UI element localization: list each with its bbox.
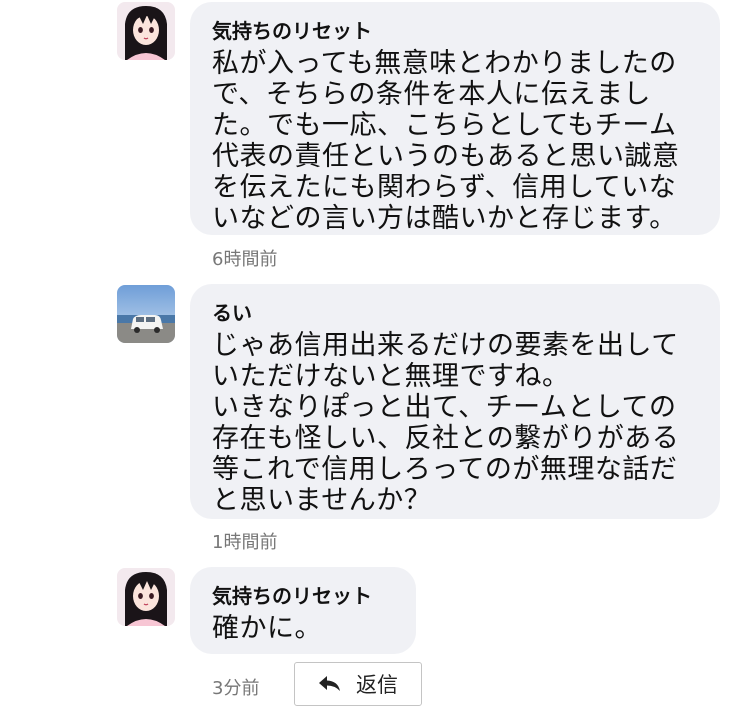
comment-bubble: 気持ちのリセット 確かに。 [190,567,416,654]
comment-author[interactable]: るい [212,300,698,326]
white-car-avatar-icon[interactable] [117,285,175,343]
comment-author[interactable]: 気持ちのリセット [212,583,394,609]
anime-girl-avatar-icon[interactable] [117,2,175,60]
comment-body: 確かに。 [212,613,322,644]
comment-bubble: 気持ちのリセット 私が入っても無意味とわかりましたので、そちらの条件を本人に伝え… [190,2,720,235]
reply-button-label: 返信 [356,673,398,697]
comment-thread: 気持ちのリセット 私が入っても無意味とわかりましたので、そちらの条件を本人に伝え… [0,0,750,719]
anime-girl-avatar-icon[interactable] [117,568,175,626]
reply-arrow-icon [318,674,342,694]
comment-timestamp: 1時間前 [212,532,278,553]
comment-author[interactable]: 気持ちのリセット [212,18,698,44]
comment-body: 私が入っても無意味とわかりましたので、そちらの条件を本人に伝えました。でも一応、… [212,48,680,234]
comment-body: じゃあ信用出来るだけの要素を出していただけないと無理ですね。 いきなりぽっと出て… [212,330,680,516]
comment-bubble: るい じゃあ信用出来るだけの要素を出していただけないと無理ですね。 いきなりぽっ… [190,284,720,519]
comment-timestamp: 6時間前 [212,249,278,270]
comment-timestamp: 3分前 [212,678,260,699]
reply-button[interactable]: 返信 [294,662,422,706]
